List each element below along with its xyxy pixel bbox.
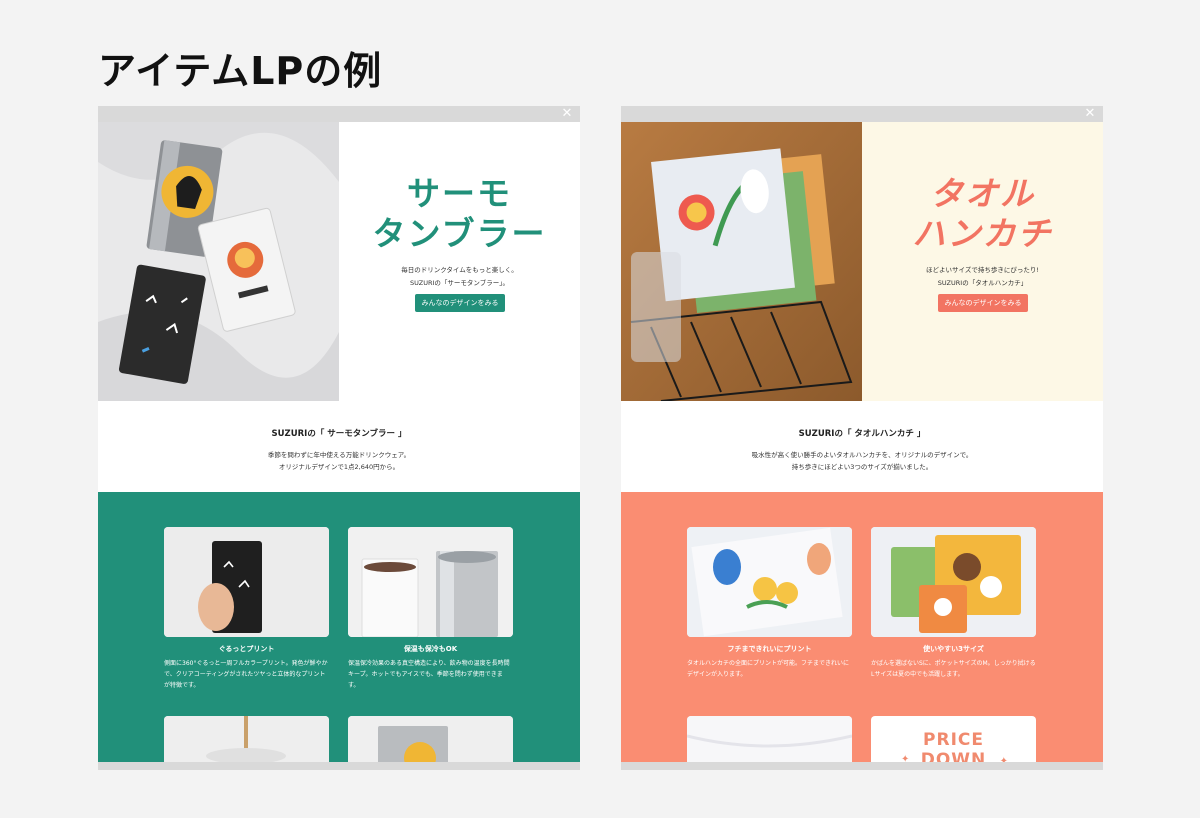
hero-title-line2: タンブラー <box>372 214 547 253</box>
intro-description: 季節を問わずに年中使える万能ドリンクウェア。 オリジナルデザインで1点2,640… <box>98 449 580 473</box>
see-designs-button[interactable]: みんなのデザインをみる <box>415 294 505 312</box>
hero-photo <box>621 122 862 401</box>
feature-photo <box>164 527 329 637</box>
see-designs-button[interactable]: みんなのデザインをみる <box>938 294 1028 312</box>
feature-photo <box>687 527 852 637</box>
intro-section: SUZURIの「 タオルハンカチ 」 吸水性が高く使い勝手のよいタオルハンカチを… <box>621 401 1103 492</box>
hero-section: タオル ハンカチ ほどよいサイズで持ち歩きにぴったり! SUZURIの「タオルハ… <box>621 122 1103 401</box>
feature-description: 保温保冷効果のある真空構造により、飲み物の温度を長時間キープ。ホットでもアイスで… <box>348 660 510 689</box>
hero-copy-panel: タオル ハンカチ ほどよいサイズで持ち歩きにぴったり! SUZURIの「タオルハ… <box>862 122 1103 401</box>
page-title: アイテムLPの例 <box>98 49 383 93</box>
hero-desc-line2: SUZURIの「サーモタンブラー」。 <box>410 279 509 287</box>
hero-desc-line1: 毎日のドリンクタイムをもっと楽しく。 <box>401 266 518 274</box>
tumbler-photo-illustration <box>98 122 339 401</box>
hero-section: サーモ タンブラー 毎日のドリンクタイムをもっと楽しく。 SUZURIの「サーモ… <box>98 122 580 401</box>
feature-card: 使いやすい3サイズ かばんを選ばないSに、ポケットサイズのM。しっかり拭けるLサ… <box>871 527 1036 680</box>
hero-description: ほどよいサイズで持ち歩きにぴったり! SUZURIの「タオルハンカチ」 <box>862 264 1103 290</box>
feature-description: タオルハンカチの全面にプリントが可能。フチまできれいにデザインが入ります。 <box>687 660 850 678</box>
window-bottom-bar <box>621 762 1103 770</box>
price-line1: PRICE <box>923 730 984 750</box>
feature-title: 使いやすい3サイズ <box>923 645 984 653</box>
feature-title: 保温も保冷もOK <box>403 645 458 653</box>
feature-photo <box>348 527 513 637</box>
feature-description: 側面に360°ぐるっと一周フルカラープリント。発色が鮮やかで、クリアコーティング… <box>164 660 328 689</box>
hero-description: 毎日のドリンクタイムをもっと楽しく。 SUZURIの「サーモタンブラー」。 <box>339 264 580 290</box>
hero-desc-line1: ほどよいサイズで持ち歩きにぴったり! <box>926 266 1039 274</box>
feature-title: ぐるっとプリント <box>218 645 275 653</box>
intro-section: SUZURIの「 サーモタンブラー 」 季節を問わずに年中使える万能ドリンクウェ… <box>98 401 580 492</box>
close-icon[interactable]: ✕ <box>560 107 574 121</box>
hero-title-line1: サーモ <box>407 174 512 213</box>
intro-description: 吸水性が高く使い勝手のよいタオルハンカチを、オリジナルのデザインで。 持ち歩きに… <box>621 449 1103 473</box>
hero-title-line1: タオル <box>930 174 1035 213</box>
window-bottom-bar <box>98 762 580 770</box>
feature-description: かばんを選ばないSに、ポケットサイズのM。しっかり拭けるLサイズは夏の中でも活躍… <box>871 660 1036 678</box>
hero-copy-panel: サーモ タンブラー 毎日のドリンクタイムをもっと楽しく。 SUZURIの「サーモ… <box>339 122 580 401</box>
hero-title-line2: ハンカチ <box>912 214 1053 253</box>
close-icon[interactable]: ✕ <box>1083 107 1097 121</box>
hero-photo <box>98 122 339 401</box>
window-bar: ✕ <box>621 106 1103 122</box>
hero-title: タオル ハンカチ <box>862 174 1103 254</box>
towel-lp-window[interactable]: ✕ タオル ハンカチ ほどよいサイズで持ち歩きにぴったり! SUZURIの「タオ… <box>621 106 1103 770</box>
intro-desc-line2: オリジナルデザインで1点2,640円から。 <box>278 463 400 471</box>
feature-card: ぐるっとプリント 側面に360°ぐるっと一周フルカラープリント。発色が鮮やかで、… <box>164 527 329 691</box>
intro-desc-line1: 季節を問わずに年中使える万能ドリンクウェア。 <box>267 451 411 459</box>
hero-title: サーモ タンブラー <box>339 174 580 254</box>
intro-title: SUZURIの「 サーモタンブラー 」 <box>271 429 407 439</box>
features-section: フチまできれいにプリント タオルハンカチの全面にプリントが可能。フチまできれいに… <box>621 492 1103 770</box>
intro-desc-line2: 持ち歩きにほどよい3つのサイズが揃いました。 <box>791 463 933 471</box>
feature-title: フチまできれいにプリント <box>727 645 812 653</box>
feature-card: 保温も保冷もOK 保温保冷効果のある真空構造により、飲み物の温度を長時間キープ。… <box>348 527 513 691</box>
thermo-lp-window[interactable]: ✕ サーモ タンブラー 毎日のドリンクタイムをもっと楽しく。 SUZURIの「サ… <box>98 106 580 770</box>
feature-card: フチまできれいにプリント タオルハンカチの全面にプリントが可能。フチまできれいに… <box>687 527 852 680</box>
towel-photo-illustration <box>621 122 862 401</box>
hero-desc-line2: SUZURIの「タオルハンカチ」 <box>937 279 1028 287</box>
feature-photo <box>871 527 1036 637</box>
intro-title: SUZURIの「 タオルハンカチ 」 <box>798 429 926 439</box>
intro-desc-line1: 吸水性が高く使い勝手のよいタオルハンカチを、オリジナルのデザインで。 <box>751 451 973 459</box>
features-section: ぐるっとプリント 側面に360°ぐるっと一周フルカラープリント。発色が鮮やかで、… <box>98 492 580 770</box>
window-bar: ✕ <box>98 106 580 122</box>
